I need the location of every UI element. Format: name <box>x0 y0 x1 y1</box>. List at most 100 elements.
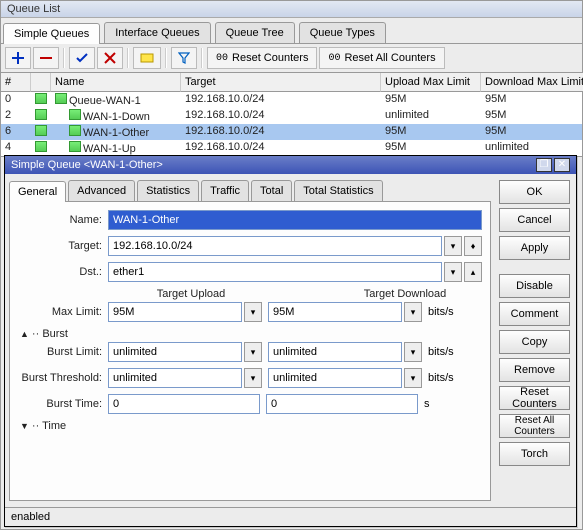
copy-button[interactable]: Copy <box>499 330 570 354</box>
burst-thresh-down-dropdown[interactable]: ▾ <box>404 368 422 388</box>
enable-button[interactable] <box>69 47 95 69</box>
reset-counters-button[interactable]: 00 Reset Counters <box>207 47 317 69</box>
burst-time-down-input[interactable]: 0 <box>266 394 418 414</box>
tab-queue-types[interactable]: Queue Types <box>299 22 386 43</box>
burst-thresh-down-input[interactable]: unlimited <box>268 368 402 388</box>
tab-statistics[interactable]: Statistics <box>137 180 199 201</box>
title-text: Queue List <box>7 3 60 15</box>
add-button[interactable] <box>5 47 31 69</box>
max-limit-down-dropdown[interactable]: ▾ <box>404 302 422 322</box>
col-target[interactable]: Target <box>181 73 381 92</box>
cell-num: 6 <box>1 124 31 140</box>
target-upload-header: Target Upload <box>114 288 268 300</box>
burst-limit-up-dropdown[interactable]: ▾ <box>244 342 262 362</box>
restore-button[interactable]: ❐ <box>536 158 552 172</box>
disable-button[interactable] <box>97 47 123 69</box>
dst-input[interactable]: ether1 <box>108 262 442 282</box>
table-row[interactable]: 0Queue-WAN-1192.168.10.0/2495M95M <box>1 92 582 108</box>
torch-button[interactable]: Torch <box>499 442 570 466</box>
name-label: Name: <box>18 214 108 226</box>
form-body: Name: WAN-1-Other Target: 192.168.10.0/2… <box>9 202 491 501</box>
burst-limit-down-dropdown[interactable]: ▾ <box>404 342 422 362</box>
table-row[interactable]: 2WAN-1-Down192.168.10.0/24unlimited95M <box>1 108 582 124</box>
disable-button[interactable]: Disable <box>499 274 570 298</box>
dst-collapse-button[interactable]: ▴ <box>464 262 482 282</box>
cell-up: 95M <box>381 140 481 156</box>
cell-target: 192.168.10.0/24 <box>181 124 381 140</box>
target-download-header: Target Download <box>328 288 482 300</box>
burst-limit-down-input[interactable]: unlimited <box>268 342 402 362</box>
comment-button[interactable]: Comment <box>499 302 570 326</box>
dialog-titlebar: Simple Queue <WAN-1-Other> ❐ ✕ <box>5 156 576 174</box>
tab-simple-queues[interactable]: Simple Queues <box>3 23 100 44</box>
col-num[interactable]: # <box>1 73 31 92</box>
tab-general[interactable]: General <box>9 181 66 202</box>
queue-table: # Name Target Upload Max Limit Download … <box>1 73 582 157</box>
tab-advanced[interactable]: Advanced <box>68 180 135 201</box>
tab-queue-tree[interactable]: Queue Tree <box>215 22 295 43</box>
cell-icon <box>31 124 51 140</box>
cell-num: 4 <box>1 140 31 156</box>
dst-dropdown-button[interactable]: ▾ <box>444 262 462 282</box>
cancel-button[interactable]: Cancel <box>499 208 570 232</box>
max-limit-up-input[interactable]: 95M <box>108 302 242 322</box>
unit-bits: bits/s <box>428 346 462 358</box>
name-input[interactable]: WAN-1-Other <box>108 210 482 230</box>
tab-traffic[interactable]: Traffic <box>201 180 249 201</box>
max-limit-up-dropdown[interactable]: ▾ <box>244 302 262 322</box>
tab-total-statistics[interactable]: Total Statistics <box>294 180 382 201</box>
reset-all-counters-button[interactable]: 00 Reset All Counters <box>319 47 444 69</box>
target-add-button[interactable]: ♦ <box>464 236 482 256</box>
minus-icon <box>40 52 52 64</box>
target-input[interactable]: 192.168.10.0/24 <box>108 236 442 256</box>
window-controls: ❐ ✕ <box>536 158 570 172</box>
comment-button[interactable] <box>133 47 161 69</box>
queue-icon <box>35 125 47 136</box>
burst-time-up-input[interactable]: 0 <box>108 394 260 414</box>
reset-counters-button[interactable]: Reset Counters <box>499 386 570 410</box>
cell-down: 95M <box>481 92 583 108</box>
dialog-tabs: General Advanced Statistics Traffic Tota… <box>9 180 491 202</box>
dst-label: Dst.: <box>18 266 108 278</box>
tab-total[interactable]: Total <box>251 180 292 201</box>
queue-icon <box>69 109 81 120</box>
funnel-icon <box>178 52 190 64</box>
burst-thresh-up-input[interactable]: unlimited <box>108 368 242 388</box>
cell-name: WAN-1-Down <box>51 108 181 124</box>
queue-icon <box>69 125 81 136</box>
remove-button[interactable]: Remove <box>499 358 570 382</box>
table-row[interactable]: 6WAN-1-Other192.168.10.0/2495M95M <box>1 124 582 140</box>
filter-button[interactable] <box>171 47 197 69</box>
max-limit-down-input[interactable]: 95M <box>268 302 402 322</box>
cell-name: WAN-1-Other <box>51 124 181 140</box>
col-name[interactable]: Name <box>51 73 181 92</box>
cell-target: 192.168.10.0/24 <box>181 140 381 156</box>
queue-icon <box>69 141 81 152</box>
burst-section-toggle[interactable]: ▲·· Burst <box>20 328 482 340</box>
ok-button[interactable]: OK <box>499 180 570 204</box>
simple-queue-dialog: Simple Queue <WAN-1-Other> ❐ ✕ General A… <box>4 155 577 527</box>
burst-thresh-up-dropdown[interactable]: ▾ <box>244 368 262 388</box>
cell-target: 192.168.10.0/24 <box>181 92 381 108</box>
burst-limit-up-input[interactable]: unlimited <box>108 342 242 362</box>
remove-button[interactable] <box>33 47 59 69</box>
tab-interface-queues[interactable]: Interface Queues <box>104 22 210 43</box>
table-row[interactable]: 4WAN-1-Up192.168.10.0/2495Munlimited <box>1 140 582 156</box>
col-icon[interactable] <box>31 73 51 92</box>
apply-button[interactable]: Apply <box>499 236 570 260</box>
time-section-toggle[interactable]: ▼·· Time <box>20 420 482 432</box>
queue-icon <box>55 93 67 104</box>
reset-all-counters-button[interactable]: Reset All Counters <box>499 414 570 438</box>
title-bar: Queue List <box>1 1 582 18</box>
target-dropdown-button[interactable]: ▾ <box>444 236 462 256</box>
toolbar: 00 Reset Counters 00 Reset All Counters <box>1 44 582 73</box>
queue-icon <box>35 141 47 152</box>
cell-down: 95M <box>481 124 583 140</box>
note-icon <box>140 52 154 64</box>
col-upload[interactable]: Upload Max Limit <box>381 73 481 92</box>
main-tabs: Simple Queues Interface Queues Queue Tre… <box>1 18 582 44</box>
close-button[interactable]: ✕ <box>554 158 570 172</box>
burst-threshold-label: Burst Threshold: <box>18 372 108 384</box>
col-download[interactable]: Download Max Limit <box>481 73 583 92</box>
cell-down: unlimited <box>481 140 583 156</box>
